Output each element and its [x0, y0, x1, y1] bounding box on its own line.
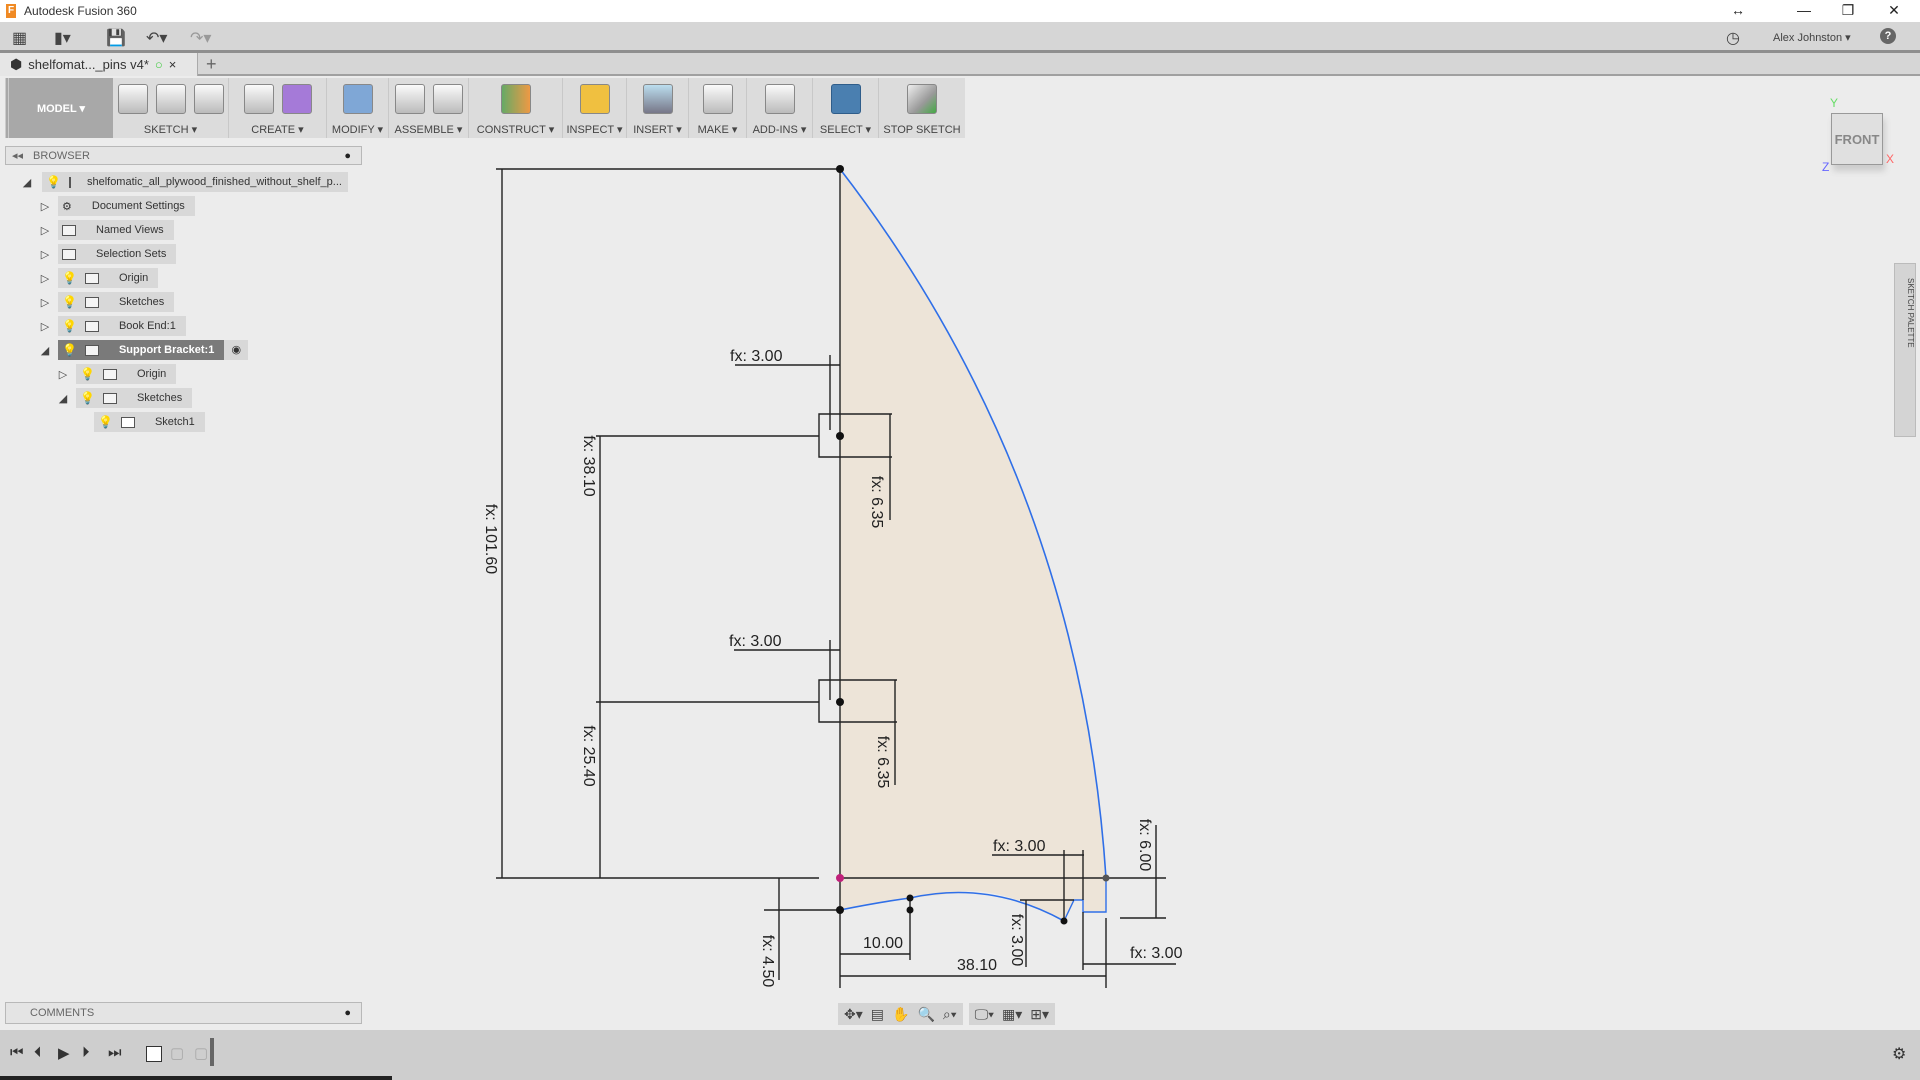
sketch-point	[836, 698, 844, 706]
dim-pin1-height[interactable]: fx: 38.10	[580, 435, 597, 496]
viewports-icon[interactable]: ⊞▾	[1030, 1006, 1049, 1023]
dim-notch-depth[interactable]: fx: 3.00	[1008, 914, 1025, 967]
sketch-point	[906, 894, 914, 902]
look-at-icon[interactable]: ▤	[871, 1006, 884, 1023]
viewcube-face-front[interactable]: FRONT	[1835, 132, 1880, 147]
sketch-profile-fill	[840, 169, 1106, 921]
sketch-point	[1102, 874, 1110, 882]
dim-base-width[interactable]: 38.10	[957, 957, 997, 974]
dim-right-height[interactable]: fx: 6.00	[1136, 819, 1153, 872]
comments-panel-header[interactable]: COMMENTS ●	[5, 1002, 362, 1024]
timeline-feature-icon[interactable]: ▢	[170, 1044, 184, 1062]
sketch-point	[836, 906, 844, 914]
dim-pin1-offset[interactable]: fx: 3.00	[730, 348, 783, 365]
sketch-point	[836, 165, 844, 173]
fit-icon[interactable]: ⌕▾	[943, 1006, 957, 1023]
viewcube[interactable]: FRONT	[1831, 113, 1883, 165]
sketch-origin-point	[836, 874, 844, 882]
timeline-marker[interactable]	[210, 1038, 214, 1066]
navigation-toolbar: ✥▾ ▤ ✋ 🔍 ⌕▾ 🖵▾ ▦▾ ⊞▾	[838, 1003, 1056, 1025]
horizontal-scrollbar[interactable]	[0, 1076, 392, 1080]
dim-pin2-offset[interactable]: fx: 3.00	[729, 633, 782, 650]
go-to-end-icon[interactable]: ⏭	[108, 1044, 122, 1061]
comments-add-icon[interactable]: ●	[344, 1007, 351, 1019]
orbit-icon[interactable]: ✥▾	[844, 1006, 863, 1023]
step-forward-icon[interactable]: ⏵	[82, 1044, 90, 1061]
dim-pin1-width[interactable]: fx: 6.35	[868, 476, 885, 529]
dim-curve-x[interactable]: 10.00	[863, 935, 903, 952]
dim-overall-height[interactable]: fx: 101.60	[482, 504, 499, 574]
timeline-sketch-feature-icon[interactable]	[146, 1046, 162, 1062]
dim-notch-offset[interactable]: fx: 3.00	[993, 838, 1046, 855]
zoom-icon[interactable]: 🔍	[917, 1006, 934, 1023]
dim-pin2-width[interactable]: fx: 6.35	[874, 736, 891, 789]
axis-y-label: Y	[1830, 96, 1839, 110]
pan-icon[interactable]: ✋	[892, 1006, 909, 1023]
timeline-bar: ⏮ ⏴ ▶ ⏵ ⏭ ▢ ▢ ⚙	[0, 1030, 1920, 1080]
grid-settings-icon[interactable]: ▦▾	[1002, 1006, 1022, 1023]
sketch-palette-tab[interactable]: SKETCH PALETTE	[1894, 263, 1916, 437]
sketch-point	[836, 432, 844, 440]
sketch-point	[906, 906, 914, 914]
step-back-icon[interactable]: ⏴	[34, 1044, 42, 1061]
timeline-feature-icon[interactable]: ▢	[194, 1044, 208, 1062]
sketch-point	[1060, 917, 1068, 925]
timeline-settings-gear-icon[interactable]: ⚙	[1892, 1044, 1906, 1064]
display-settings-icon[interactable]: 🖵▾	[975, 1006, 994, 1023]
axis-x-label: X	[1886, 152, 1895, 166]
go-to-start-icon[interactable]: ⏮	[10, 1044, 24, 1061]
dim-pin2-height[interactable]: fx: 25.40	[580, 725, 597, 786]
dim-bottom-depth[interactable]: fx: 4.50	[759, 935, 776, 988]
comments-title: COMMENTS	[30, 1007, 95, 1019]
dim-notch-width[interactable]: fx: 3.00	[1130, 945, 1183, 962]
axis-z-label: Z	[1822, 160, 1830, 174]
play-icon[interactable]: ▶	[58, 1044, 70, 1062]
sketch-canvas[interactable]: fx: 101.60 fx: 38.10 fx: 25.40 fx: 3.00 …	[0, 0, 1920, 1080]
